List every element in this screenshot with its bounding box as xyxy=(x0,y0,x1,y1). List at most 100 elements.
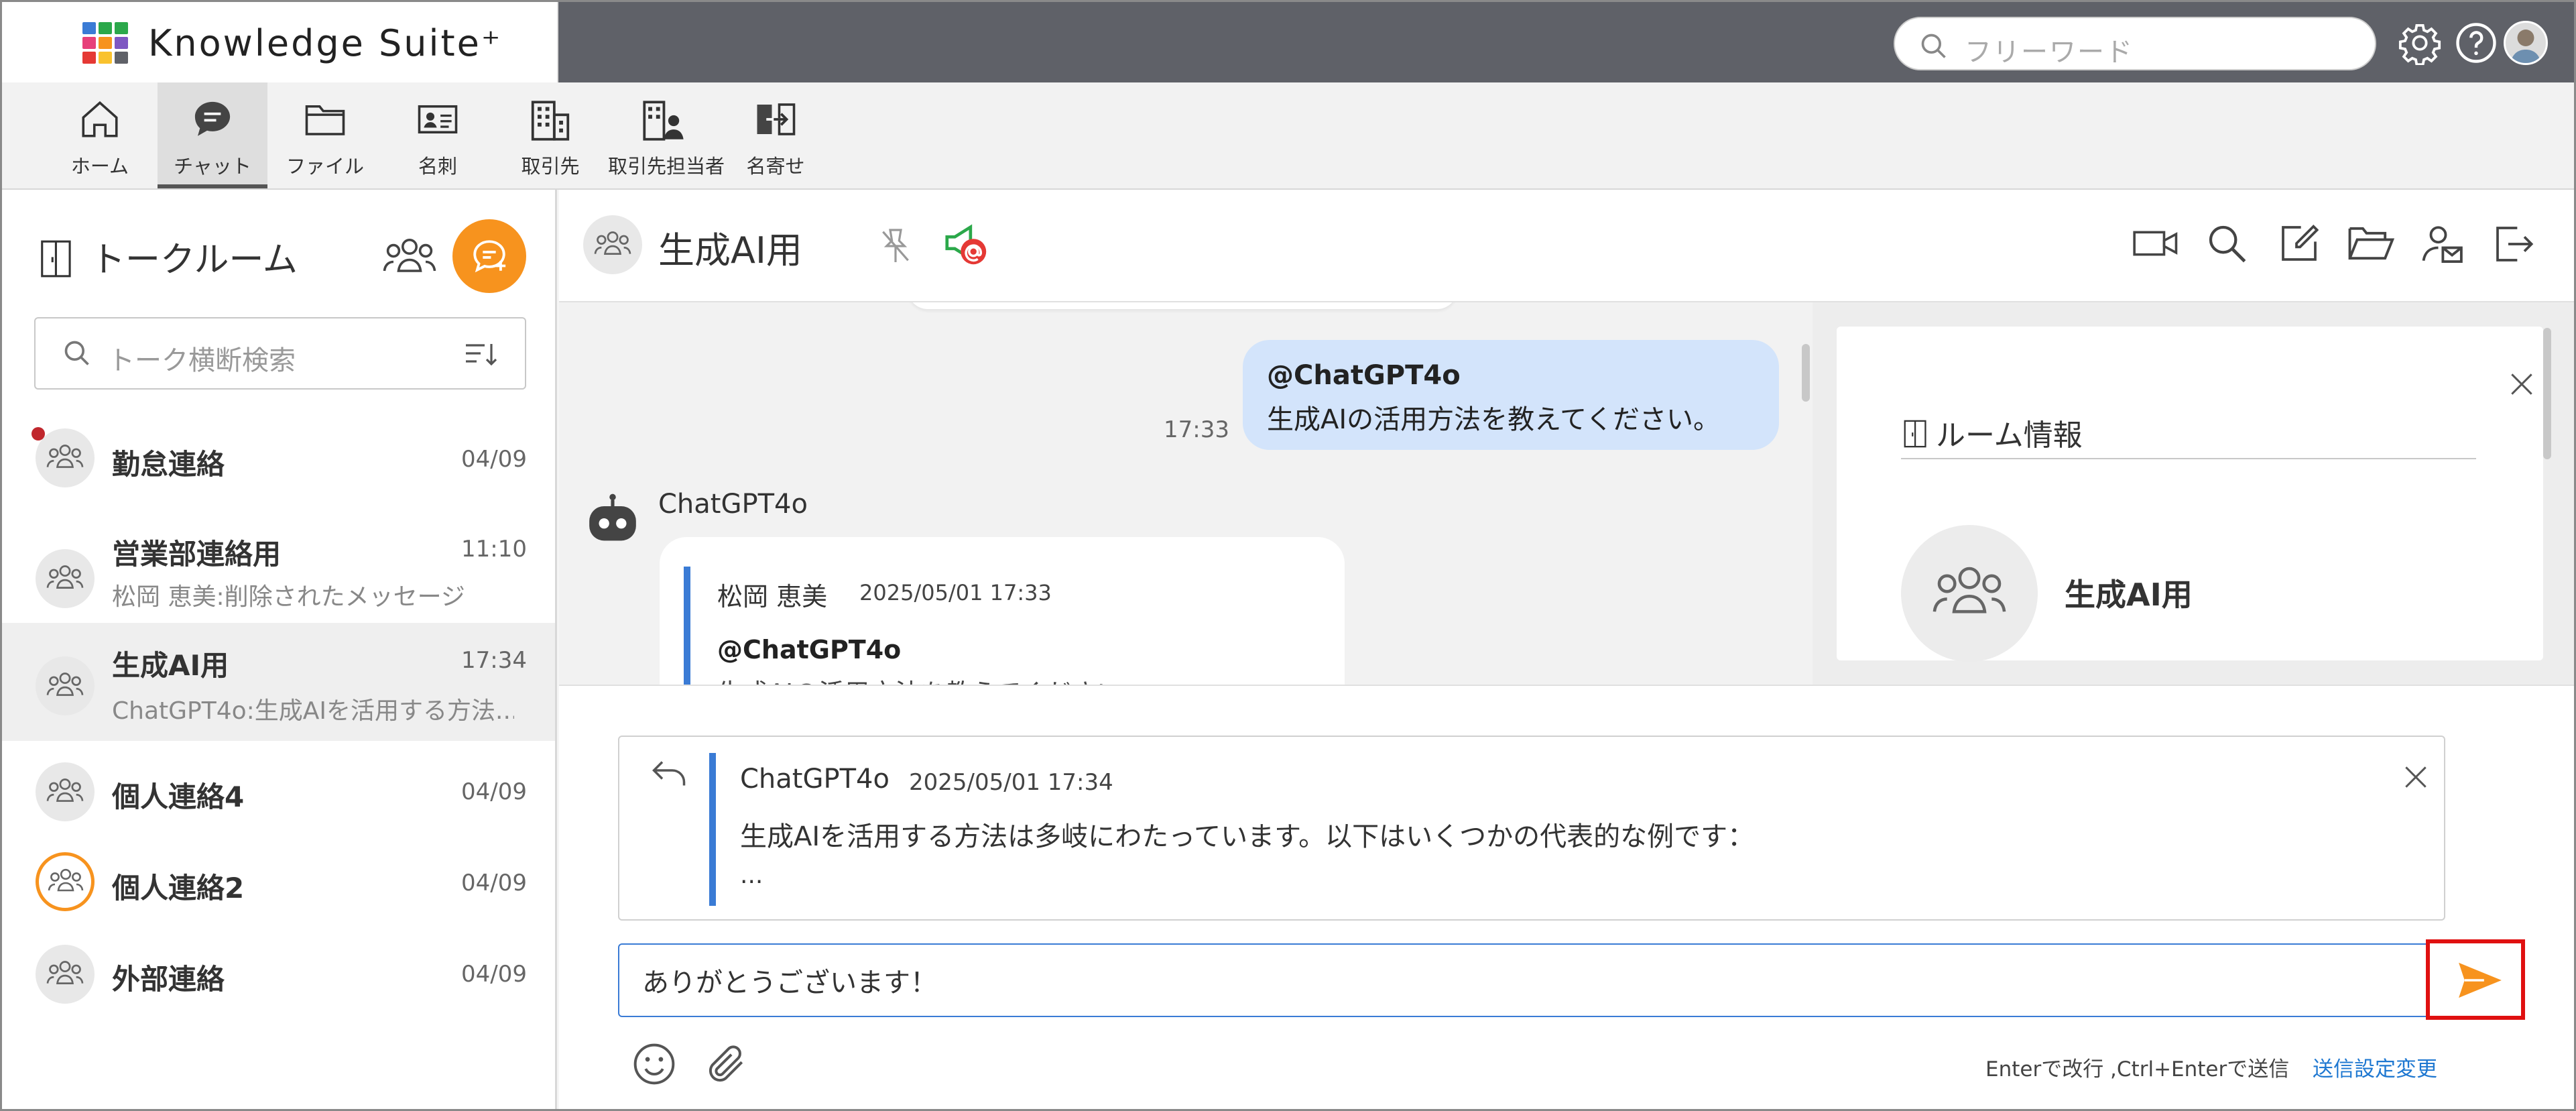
search-icon xyxy=(64,341,89,365)
leave-room-icon[interactable] xyxy=(2492,222,2535,266)
room-item[interactable]: 外部連絡 04/09 xyxy=(2,919,555,1037)
message-list[interactable]: @ChatGPT4o 生成AIの活用方法を教えてください。 17:33 Chat… xyxy=(559,302,1813,685)
room-avatar xyxy=(36,656,95,715)
search-icon[interactable] xyxy=(2205,222,2248,265)
nav-client-label: 取引先 xyxy=(521,155,580,178)
building-person-icon xyxy=(643,101,684,141)
mention-notify-icon[interactable] xyxy=(941,221,992,269)
room-name: 営業部連絡用 xyxy=(112,538,282,571)
send-button[interactable] xyxy=(2426,939,2525,1020)
sort-icon[interactable] xyxy=(465,341,499,368)
robot-icon xyxy=(589,493,636,541)
message-mention: @ChatGPT4o xyxy=(1267,360,1461,391)
bot-message-bubble[interactable]: 松岡 恵美 2025/05/01 17:33 @ChatGPT4o 生成AIの活… xyxy=(660,537,1345,685)
room-item[interactable]: 勤怠連絡 04/09 xyxy=(2,404,555,522)
room-info-name: 生成AI用 xyxy=(2065,577,2193,613)
reply-quote-bar xyxy=(709,753,716,906)
room-info-card: ルーム情報 生成AI用 xyxy=(1837,327,2543,662)
nav-merge[interactable]: 名寄せ xyxy=(721,82,831,188)
chat-header: 生成AI用 xyxy=(559,190,2574,302)
quote-mention: @ChatGPT4o xyxy=(717,635,902,664)
members-icon[interactable] xyxy=(381,231,438,282)
door-icon xyxy=(41,240,71,278)
emoji-icon[interactable] xyxy=(631,1041,677,1087)
group-icon xyxy=(1933,567,2006,613)
bot-sender-name: ChatGPT4o xyxy=(658,489,808,520)
contact-mail-icon[interactable] xyxy=(2420,222,2464,266)
room-name: 個人連絡2 xyxy=(112,872,245,904)
group-icon xyxy=(46,445,84,468)
new-chat-button[interactable] xyxy=(452,219,526,293)
room-item-active[interactable]: 生成AI用 17:34 ChatGPT4o:生成AIを活用する方法... xyxy=(2,623,555,741)
room-time: 04/09 xyxy=(461,870,527,896)
room-info-scrollbar[interactable] xyxy=(2543,328,2551,459)
close-icon[interactable] xyxy=(2401,762,2431,792)
message-input[interactable] xyxy=(618,943,2441,1017)
room-preview: 松岡 恵美:削除されたメッセージ xyxy=(112,583,465,611)
my-message-bubble[interactable]: @ChatGPT4o 生成AIの活用方法を教えてください。 xyxy=(1243,340,1779,450)
room-time: 04/09 xyxy=(461,778,527,805)
room-name: 勤怠連絡 xyxy=(112,448,225,481)
unread-dot xyxy=(32,427,45,441)
room-time: 11:10 xyxy=(461,536,527,563)
nav-client[interactable]: 取引先 xyxy=(495,82,605,188)
room-avatar-highlighted xyxy=(36,852,95,911)
reply-icon xyxy=(652,761,686,786)
edit-note-icon[interactable] xyxy=(2278,222,2321,265)
attachment-icon[interactable] xyxy=(704,1041,749,1087)
close-icon[interactable] xyxy=(2507,369,2536,399)
message-time: 17:33 xyxy=(1164,416,1229,443)
room-name: 外部連絡 xyxy=(112,963,225,996)
user-avatar[interactable] xyxy=(2504,21,2548,65)
nav-chat-label: チャット xyxy=(174,155,251,178)
new-chat-icon xyxy=(473,240,506,273)
room-item[interactable]: 営業部連絡用 11:10 松岡 恵美:削除されたメッセージ xyxy=(2,512,555,630)
message-scrollbar[interactable] xyxy=(1802,344,1810,402)
global-search[interactable]: フリーワード xyxy=(1894,17,2376,70)
nav-merge-label: 名寄せ xyxy=(746,155,805,178)
group-icon xyxy=(48,868,84,892)
talk-search-box[interactable]: トーク横断検索 xyxy=(34,317,526,390)
nav-chat[interactable]: チャット xyxy=(158,82,267,188)
brand-area[interactable]: Knowledge Suite⁺ xyxy=(2,2,558,82)
app-window: Knowledge Suite⁺ フリーワード ホーム チャット ファイル 名刺 xyxy=(0,0,2576,1111)
group-icon xyxy=(46,565,84,589)
group-icon xyxy=(594,231,631,255)
room-avatar xyxy=(36,549,95,608)
room-time: 04/09 xyxy=(461,446,527,473)
merge-icon xyxy=(757,103,796,135)
reply-time: 2025/05/01 17:34 xyxy=(909,769,1113,796)
top-header: Knowledge Suite⁺ フリーワード xyxy=(2,2,2574,82)
brand-logo-icon xyxy=(82,22,131,65)
room-info-title: ルーム情報 xyxy=(1936,418,2083,453)
talk-room-sidebar: トークルーム トーク横断検索 勤怠連絡 04/09 営業部連絡用 11:10 松… xyxy=(2,190,557,1109)
help-icon[interactable] xyxy=(2454,21,2498,65)
room-name: 生成AI用 xyxy=(112,649,229,682)
group-icon xyxy=(46,961,84,984)
group-icon xyxy=(46,673,84,696)
room-avatar xyxy=(36,945,95,1004)
nav-file[interactable]: ファイル xyxy=(270,82,380,188)
room-avatar xyxy=(36,762,95,821)
video-call-icon[interactable] xyxy=(2132,222,2180,265)
home-icon xyxy=(82,101,118,137)
pin-off-icon[interactable] xyxy=(874,223,917,269)
folder-open-icon[interactable] xyxy=(2346,222,2394,265)
quote-bar xyxy=(684,567,690,685)
room-info-panel: ルーム情報 生成AI用 xyxy=(1813,302,2574,685)
previous-message-bubble xyxy=(908,302,1457,309)
door-icon xyxy=(1904,420,1926,448)
gear-icon[interactable] xyxy=(2398,21,2442,65)
nav-home-label: ホーム xyxy=(70,155,129,178)
nav-home[interactable]: ホーム xyxy=(45,82,155,188)
nav-business-card[interactable]: 名刺 xyxy=(383,82,493,188)
reply-text: 生成AIを活用する方法は多岐にわたっています。以下はいくつかの代表的な例です： xyxy=(740,821,1755,852)
folder-icon xyxy=(305,105,345,135)
reply-preview: ChatGPT4o 2025/05/01 17:34 生成AIを活用する方法は多… xyxy=(618,736,2445,921)
group-icon xyxy=(46,778,84,802)
quote-text: 生成AIの活用方法を教えてください。 xyxy=(717,673,1148,685)
nav-business-card-label: 名刺 xyxy=(418,155,457,178)
nav-client-contact[interactable]: 取引先担当者 xyxy=(608,82,725,188)
send-setting-link[interactable]: 送信設定変更 xyxy=(2313,1052,2437,1082)
main-nav: ホーム チャット ファイル 名刺 取引先 取引先担当者 名寄せ xyxy=(2,82,2574,190)
